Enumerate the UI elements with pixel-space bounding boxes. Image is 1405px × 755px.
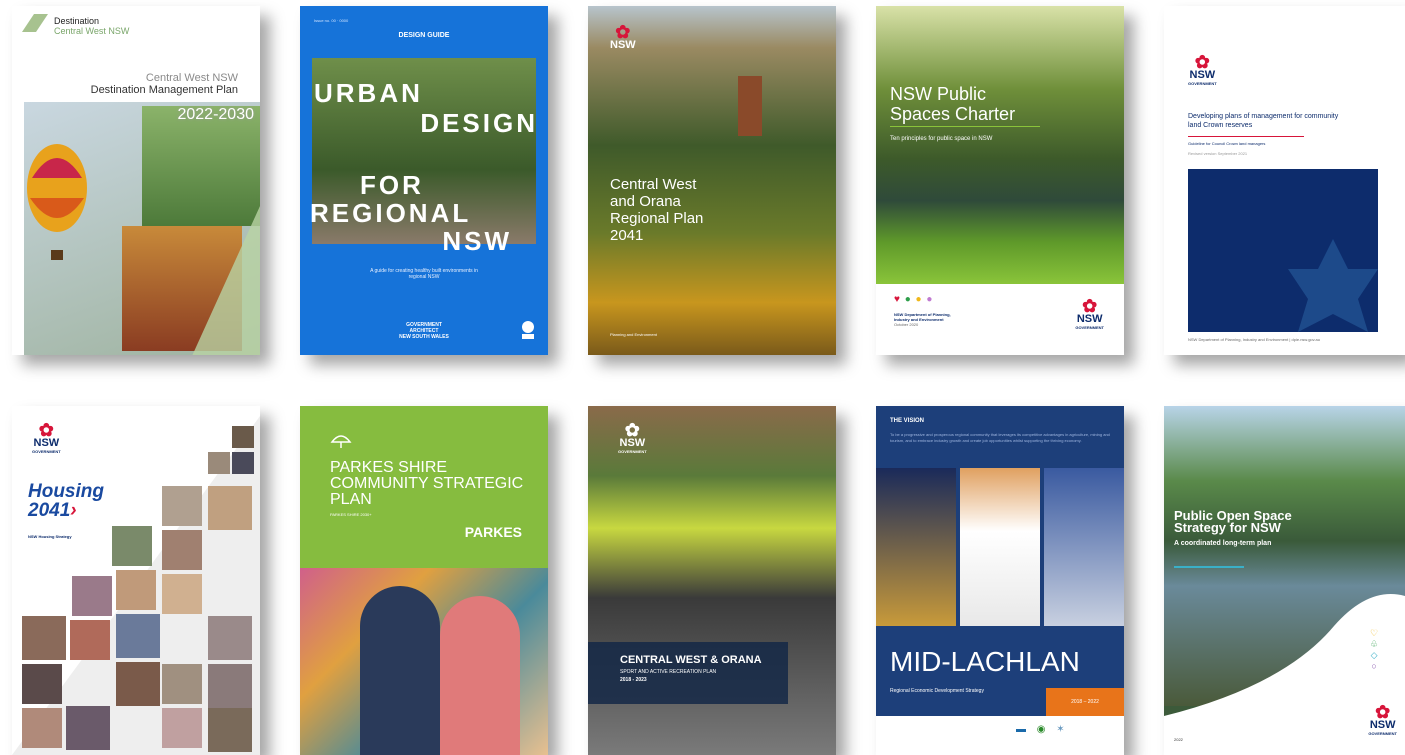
footer-label: NSW Department of Planning, Industry and… bbox=[1188, 337, 1320, 342]
cotton-field-photo bbox=[960, 468, 1040, 626]
council-seal-icon: ◉ bbox=[1036, 724, 1050, 735]
cover-urban-design[interactable]: Issue no. 00 · 0000 DESIGN GUIDE URBAN D… bbox=[300, 6, 548, 355]
nsw-government-logo: ✿ NSW GOVERNMENT bbox=[1075, 296, 1104, 330]
strategy-icons: ♡ ♧ ◇ ○ bbox=[1370, 628, 1378, 672]
lightbulb-icon: ● bbox=[915, 294, 923, 305]
issue-label: Issue no. 00 · 0000 bbox=[314, 18, 349, 23]
cover-public-open-space-strategy[interactable]: Public Open Space Strategy for NSW A coo… bbox=[1164, 406, 1405, 755]
hot-air-balloon-icon bbox=[27, 144, 87, 260]
lachlan-logo-icon: ✶ bbox=[1056, 724, 1069, 735]
revision-label: Revised version September 2021 bbox=[1188, 151, 1248, 156]
nsw-government-logo: ✿ NSW GOVERNMENT bbox=[1368, 702, 1397, 736]
design-guide-label: DESIGN GUIDE bbox=[398, 32, 450, 39]
mid-lachlan-subtitle: Regional Economic Development Strategy bbox=[890, 688, 984, 694]
title-underline bbox=[890, 126, 1040, 127]
urban-design-title: URBAN bbox=[314, 78, 423, 108]
cover-plans-of-management[interactable]: ✿ NSW GOVERNMENT Developing plans of man… bbox=[1164, 6, 1405, 355]
green-triangle-decoration bbox=[192, 206, 260, 355]
cover-destination-management-plan[interactable]: Destination Central West NSW Central Wes… bbox=[12, 6, 260, 355]
waratah-icon: ✿ bbox=[624, 420, 640, 440]
document-title: Developing plans of management for commu… bbox=[1188, 113, 1339, 129]
sport-plan-subtitle: SPORT AND ACTIVE RECREATION PLAN bbox=[620, 669, 717, 675]
cover-subtitle: Central West NSW bbox=[145, 72, 238, 84]
nsw-word: NSW bbox=[442, 226, 512, 256]
vision-label: THE VISION bbox=[890, 418, 925, 424]
for-word: FOR bbox=[360, 170, 424, 200]
title-rule bbox=[1174, 566, 1244, 568]
parkes-dish-icon bbox=[330, 435, 352, 448]
park-photo bbox=[876, 6, 1124, 284]
guide-subtitle: A guide for creating healthy built envir… bbox=[370, 268, 478, 280]
leaf-icon: ♧ bbox=[1370, 639, 1379, 649]
person-photo bbox=[440, 596, 520, 755]
cover-parkes-community-strategic-plan[interactable]: PARKES SHIRE COMMUNITY STRATEGIC PLAN PA… bbox=[300, 406, 548, 755]
chat-icon: ● bbox=[926, 294, 934, 305]
nsw-government-logo: ✿ NSW GOVERNMENT bbox=[618, 420, 647, 454]
clock-tower-photo bbox=[738, 76, 762, 136]
cover-title: Destination Management Plan bbox=[90, 84, 238, 96]
years-badge: 2018 – 2022 bbox=[1046, 688, 1124, 716]
charter-icons: ♥ ● ● ● bbox=[894, 294, 933, 305]
waratah-icon: ✿ bbox=[1194, 52, 1210, 72]
years-label: 2022-2030 bbox=[177, 106, 254, 123]
charter-subtitle: Ten principles for public space in NSW bbox=[890, 136, 993, 142]
cover-housing-2041[interactable]: ✿ NSW GOVERNMENT Housing 2041› NSW Housi… bbox=[12, 406, 260, 755]
regional-plan-title: Central West and Orana Regional Plan 204… bbox=[610, 176, 704, 244]
brand-label: Destination Central West NSW bbox=[54, 16, 130, 36]
nsw-government-logo: ✿ NSW GOVERNMENT bbox=[1188, 52, 1217, 86]
charter-title: NSW Public Spaces Charter bbox=[890, 84, 1016, 124]
document-subtitle: Guideline for Council Crown land manager… bbox=[1188, 141, 1266, 146]
government-architect-logo: GOVERNMENT ARCHITECT NEW SOUTH WALES bbox=[399, 322, 449, 340]
open-space-title: Public Open Space Strategy for NSW bbox=[1174, 508, 1292, 535]
radio-telescope-photo bbox=[1044, 468, 1124, 626]
chat-icon: ○ bbox=[1371, 661, 1377, 671]
open-space-subtitle: A coordinated long-term plan bbox=[1174, 540, 1272, 547]
cover-public-spaces-charter[interactable]: NSW Public Spaces Charter Ten principles… bbox=[876, 6, 1124, 355]
waratah-icon: ✿ bbox=[615, 22, 631, 42]
navy-panel bbox=[1188, 169, 1378, 332]
sport-plan-title: CENTRAL WEST & ORANA bbox=[620, 654, 762, 666]
cover-regional-plan-2041[interactable]: ✿ NSW Central West and Orana Regional Pl… bbox=[588, 6, 836, 355]
parkes-title: PARKES SHIRE COMMUNITY STRATEGIC PLAN bbox=[330, 459, 524, 508]
sport-plan-years: 2018 - 2023 bbox=[620, 677, 647, 683]
parkes-brand-logo: PARKES bbox=[464, 524, 522, 540]
photo-mosaic bbox=[12, 416, 260, 755]
title-rule bbox=[1188, 136, 1304, 137]
heart-icon: ♡ bbox=[1370, 628, 1379, 638]
destination-logo-icon bbox=[22, 14, 48, 32]
cover-sport-active-recreation[interactable]: ✿ NSW GOVERNMENT CENTRAL WEST & ORANA SP… bbox=[588, 406, 836, 755]
person-photo bbox=[360, 586, 440, 755]
year-label: 2022 bbox=[1174, 737, 1183, 742]
parkes-small-label: PARKES SHIRE 2030+ bbox=[330, 512, 372, 517]
waratah-icon: ✿ bbox=[1375, 702, 1391, 722]
heart-icon: ♥ bbox=[894, 294, 901, 305]
design-word: DESIGN bbox=[420, 108, 538, 138]
waratah-watermark-icon bbox=[1288, 239, 1378, 332]
nsw-logo: ✿ NSW bbox=[610, 22, 636, 51]
speech-bubble-icon: ● bbox=[904, 294, 912, 305]
department-label: Planning and Environment bbox=[610, 332, 657, 337]
partner-logos: ▬ ◉ ✶ bbox=[1016, 724, 1069, 735]
regional-word: REGIONAL bbox=[310, 198, 472, 228]
department-label: NSW Department of Planning, Industry and… bbox=[894, 312, 951, 327]
waratah-icon: ✿ bbox=[1082, 296, 1098, 316]
vision-text: To be a progressive and prosperous regio… bbox=[890, 432, 1110, 443]
cover-mid-lachlan[interactable]: THE VISION To be a progressive and prosp… bbox=[876, 406, 1124, 755]
drop-icon: ◇ bbox=[1370, 650, 1378, 660]
waratah-icon bbox=[522, 321, 534, 339]
heritage-building-photo bbox=[876, 468, 956, 626]
mid-lachlan-title: MID-LACHLAN bbox=[890, 646, 1080, 677]
forbes-logo-icon: ▬ bbox=[1016, 724, 1030, 735]
